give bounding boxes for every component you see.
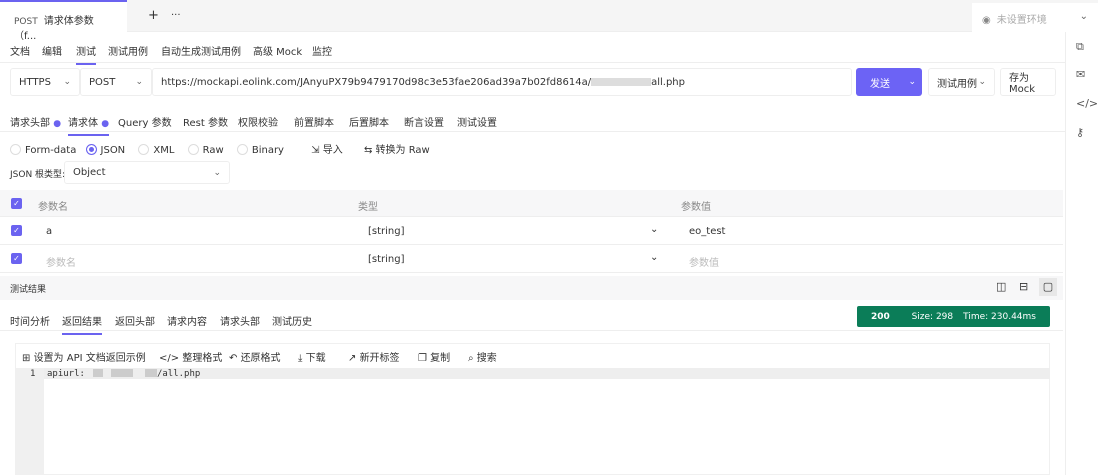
save-mock-button[interactable]: 存为 Mock bbox=[1000, 68, 1056, 96]
tab-bar bbox=[0, 0, 1098, 32]
chevron-down-icon[interactable]: ⌄ bbox=[650, 252, 658, 263]
nav-autogen[interactable]: 自动生成测试用例 bbox=[161, 43, 241, 58]
nav-testcase[interactable]: 测试用例 bbox=[108, 43, 148, 58]
tab-response[interactable]: 返回结果 bbox=[62, 313, 102, 335]
subtab-settings[interactable]: 测试设置 bbox=[457, 114, 497, 129]
right-sidebar: ⧉ ✉ </> ⚷ bbox=[1065, 32, 1098, 475]
radio-raw[interactable]: Raw bbox=[187, 144, 224, 156]
convert-icon: ⇆ bbox=[363, 145, 373, 156]
layout-full-icon[interactable]: ▢ bbox=[1039, 278, 1057, 296]
doc-icon[interactable]: ⧉ bbox=[1076, 40, 1084, 54]
set-example-button[interactable]: ⊞ 设置为 API 文档返回示例 bbox=[22, 349, 146, 364]
environment-select[interactable]: ◉ 未设置环境 ⌄ bbox=[972, 3, 1098, 32]
tab-response-headers[interactable]: 返回头部 bbox=[115, 313, 155, 328]
nav-edit[interactable]: 编辑 bbox=[42, 43, 62, 58]
tab-history[interactable]: 测试历史 bbox=[272, 313, 312, 328]
protocol-select[interactable]: HTTPS ⌄ bbox=[10, 68, 80, 96]
subtab-auth[interactable]: 权限校验 bbox=[238, 114, 278, 129]
subtab-prescript[interactable]: 前置脚本 bbox=[294, 114, 334, 129]
radio-json[interactable]: JSON bbox=[85, 144, 125, 156]
import-icon: ⇲ bbox=[311, 145, 320, 156]
subtab-postscript[interactable]: 后置脚本 bbox=[349, 114, 389, 129]
root-type-select[interactable]: Object ⌄ bbox=[64, 161, 230, 184]
subtab-query[interactable]: Query 参数 bbox=[118, 114, 172, 129]
send-button[interactable]: 发送 ⌄ bbox=[856, 68, 922, 96]
chevron-down-icon[interactable]: ⌄ bbox=[908, 77, 916, 87]
key-icon[interactable]: ⚷ bbox=[1076, 126, 1084, 139]
chevron-down-icon[interactable]: ⌄ bbox=[650, 224, 658, 235]
method-select[interactable]: POST ⌄ bbox=[80, 68, 152, 96]
nav-mock[interactable]: 高级 Mock bbox=[253, 43, 302, 58]
status-bar: 200 Size: 298 Time: 230.44ms bbox=[857, 306, 1050, 327]
chevron-down-icon: ⌄ bbox=[1079, 11, 1088, 22]
format-button[interactable]: </> 整理格式 bbox=[159, 349, 222, 364]
add-tab-button[interactable]: + bbox=[148, 8, 159, 23]
table-row-new: ✓ 参数名 [string] ⌄ 参数值 bbox=[0, 245, 1063, 273]
status-code: 200 bbox=[871, 311, 890, 322]
tab-timing[interactable]: 时间分析 bbox=[10, 313, 50, 328]
row-checkbox[interactable]: ✓ bbox=[11, 253, 22, 264]
convert-raw-button[interactable]: ⇆ 转换为 Raw bbox=[364, 145, 430, 156]
more-tabs-button[interactable]: ··· bbox=[171, 10, 181, 21]
radio-binary[interactable]: Binary bbox=[236, 144, 284, 156]
layout-horizontal-icon[interactable]: ⊟ bbox=[1019, 280, 1028, 293]
code-icon[interactable]: </> bbox=[1076, 97, 1098, 110]
tab-request-headers[interactable]: 请求头部 bbox=[220, 313, 260, 328]
copy-button[interactable]: ❐ 复制 bbox=[418, 349, 450, 364]
request-tab[interactable]: POST 请求体参数（f... bbox=[0, 0, 127, 42]
eye-icon: ◉ bbox=[982, 15, 991, 26]
chevron-down-icon: ⌄ bbox=[213, 167, 221, 178]
root-type-label: JSON 根类型: bbox=[10, 170, 66, 180]
radio-form-data[interactable]: Form-data bbox=[10, 144, 76, 156]
select-all-checkbox[interactable]: ✓ bbox=[11, 198, 22, 209]
search-button[interactable]: ⌕ 搜索 bbox=[468, 349, 497, 364]
radio-xml[interactable]: XML bbox=[138, 144, 174, 156]
chevron-down-icon: ⌄ bbox=[135, 77, 143, 87]
url-input[interactable]: https://mockapi.eolink.com/JAnyuPX79b947… bbox=[152, 68, 852, 96]
download-button[interactable]: ⤓ 下载 bbox=[298, 349, 326, 364]
subtab-assert[interactable]: 断言设置 bbox=[404, 114, 444, 129]
table-header: ✓ 参数名 类型 参数值 bbox=[0, 190, 1063, 217]
nav-monitor[interactable]: 监控 bbox=[312, 43, 332, 58]
new-tab-button[interactable]: ↗ 新开标签 bbox=[348, 349, 400, 364]
line-gutter bbox=[15, 368, 44, 475]
result-header: 测试结果 ◫ ⊟ ▢ bbox=[0, 276, 1063, 300]
code-icon: </> bbox=[159, 353, 180, 364]
tab-request-body[interactable]: 请求内容 bbox=[167, 313, 207, 328]
nav-doc[interactable]: 文档 bbox=[10, 43, 30, 58]
mail-icon[interactable]: ✉ bbox=[1076, 68, 1085, 81]
code-line[interactable]: apiurl:/all.php bbox=[47, 369, 200, 379]
restore-button[interactable]: ↶ 还原格式 bbox=[229, 349, 281, 364]
subtab-body[interactable]: 请求体 ● bbox=[68, 114, 110, 136]
test-case-button[interactable]: 测试用例 ⌄ bbox=[928, 68, 995, 96]
line-number: 1 bbox=[30, 369, 36, 379]
table-row: ✓ a [string] ⌄ eo_test bbox=[0, 217, 1063, 245]
layout-vertical-icon[interactable]: ◫ bbox=[996, 280, 1006, 293]
subtab-rest[interactable]: Rest 参数 bbox=[183, 114, 228, 129]
import-button[interactable]: ⇲ 导入 bbox=[311, 145, 343, 156]
chevron-down-icon: ⌄ bbox=[978, 77, 986, 87]
row-checkbox[interactable]: ✓ bbox=[11, 225, 22, 236]
subtab-headers[interactable]: 请求头部 ● bbox=[10, 114, 61, 129]
chevron-down-icon: ⌄ bbox=[63, 77, 71, 87]
